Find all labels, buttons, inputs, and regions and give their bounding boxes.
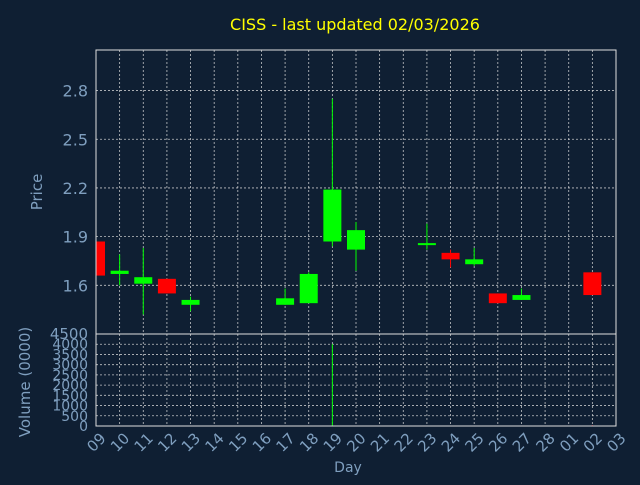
candle: [157, 278, 176, 294]
chart-title: CISS - last updated 02/03/2026: [230, 15, 480, 34]
candle: [299, 272, 318, 304]
candle-body: [299, 273, 318, 304]
volume-axis-label: Volume (0000): [16, 327, 34, 437]
candle-body: [96, 241, 105, 276]
candle-body: [441, 252, 460, 260]
candle: [488, 293, 507, 304]
candle-body: [512, 295, 531, 300]
candle-body: [276, 298, 295, 305]
price-tick-label: 2.8: [63, 82, 88, 101]
volume-tick-label: 4500: [50, 325, 88, 343]
candle-body: [583, 272, 602, 296]
price-tick-label: 2.2: [63, 179, 88, 198]
candle-body: [181, 299, 200, 305]
price-tick-label: 1.9: [63, 228, 88, 247]
candle-body: [417, 243, 436, 246]
chart-stage: CISS - last updated 02/03/2026 Price Vol…: [0, 0, 640, 480]
price-tick-label: 2.5: [63, 130, 88, 149]
candlestick-chart: CISS - last updated 02/03/2026 Price Vol…: [0, 0, 640, 480]
price-axis-label: Price: [28, 174, 46, 211]
x-tick-labels: 0910111213141516171819202122232425262728…: [83, 429, 629, 455]
price-tick-label: 1.6: [63, 276, 88, 295]
candle-body: [110, 270, 129, 274]
x-axis-label: Day: [334, 460, 362, 476]
candle: [583, 272, 602, 296]
candle-body: [157, 278, 176, 294]
candle-body: [347, 230, 365, 250]
candle-body: [488, 293, 507, 304]
candle-body: [465, 259, 484, 265]
candle: [95, 241, 105, 276]
candle-body: [134, 277, 153, 284]
candle-body: [323, 189, 342, 242]
